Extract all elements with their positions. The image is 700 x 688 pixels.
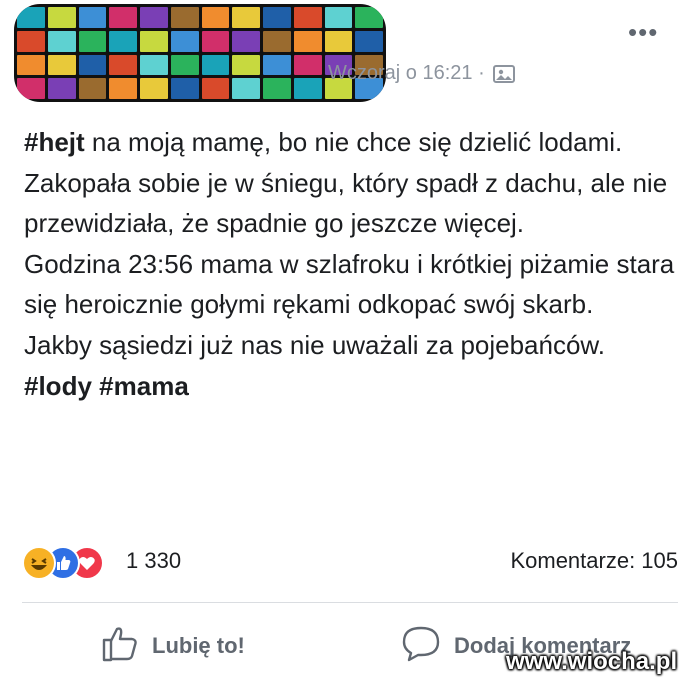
censor-tile <box>232 78 260 99</box>
censor-tile <box>109 54 137 76</box>
censor-tile <box>263 7 291 28</box>
timestamp-text: Wczoraj o 16:21 · <box>328 62 485 84</box>
watermark: www.wiocha.pl <box>506 648 678 675</box>
censor-tile <box>201 78 230 99</box>
censor-tile <box>140 78 168 99</box>
censor-tile <box>140 7 168 28</box>
censor-tile <box>201 54 230 76</box>
reactions-row: 1 330 Komentarze: 105 <box>22 542 682 582</box>
censor-tile <box>17 30 45 52</box>
censor-tile <box>78 78 107 99</box>
like-label: Lubię to! <box>152 633 245 658</box>
censor-tile <box>263 30 291 52</box>
censor-tile <box>109 78 137 99</box>
censor-tile <box>78 30 107 52</box>
divider <box>22 602 678 603</box>
censor-tile <box>232 30 260 52</box>
censor-tile <box>324 7 353 28</box>
hashtag-lody[interactable]: #lody <box>24 371 92 401</box>
censor-tile <box>263 54 291 76</box>
censor-tile <box>47 7 76 28</box>
censor-tile <box>324 30 353 52</box>
censor-tile <box>78 54 107 76</box>
censor-tile <box>170 7 199 28</box>
post-header: Wczoraj o 16:21 · ••• <box>0 0 700 110</box>
censor-tile <box>17 7 45 28</box>
group-photo-icon <box>492 64 515 83</box>
reaction-icons[interactable] <box>22 546 122 580</box>
censor-tile <box>355 7 383 28</box>
censor-tile <box>47 30 76 52</box>
censor-tile <box>170 54 199 76</box>
post-paragraph-1: #hejt na moją mamę, bo nie chce się dzie… <box>24 122 684 244</box>
censor-tile <box>78 7 107 28</box>
censored-author-block <box>14 4 386 102</box>
censor-tile <box>263 78 291 99</box>
censor-tile <box>17 54 45 76</box>
censor-tile <box>355 30 383 52</box>
thumbs-up-icon <box>100 623 140 669</box>
censor-tile <box>293 54 322 76</box>
comment-bubble-icon <box>400 623 442 669</box>
censor-tile <box>170 78 199 99</box>
hashtag-hejt[interactable]: #hejt <box>24 127 85 157</box>
reaction-count[interactable]: 1 330 <box>126 548 181 574</box>
post-text-1: na moją mamę, bo nie chce się dzielić lo… <box>24 127 668 239</box>
post-hashtags: #lody #mama <box>24 366 684 407</box>
post-paragraph-2: Godzina 23:56 mama w szlafroku i krótkie… <box>24 248 675 320</box>
censor-tile <box>47 54 76 76</box>
post-timestamp[interactable]: Wczoraj o 16:21 · <box>328 62 515 85</box>
post-body: #hejt na moją mamę, bo nie chce się dzie… <box>24 122 684 406</box>
censor-tile <box>232 7 260 28</box>
censor-tile <box>201 30 230 52</box>
censor-tile <box>293 78 322 99</box>
censor-tile <box>140 54 168 76</box>
post-paragraph-3: Jakby sąsiedzi już nas nie uważali za po… <box>24 329 606 360</box>
censor-tile <box>109 30 137 52</box>
hashtag-mama[interactable]: #mama <box>99 371 189 401</box>
censor-tile <box>140 30 168 52</box>
comments-count[interactable]: Komentarze: 105 <box>510 548 678 574</box>
censor-tile <box>17 78 45 99</box>
censor-tile <box>170 30 199 52</box>
like-button[interactable]: Lubię to! <box>100 622 245 670</box>
censor-tile <box>293 30 322 52</box>
censor-tile <box>47 78 76 99</box>
censor-tile <box>109 7 137 28</box>
haha-icon <box>22 546 56 580</box>
more-dots-icon[interactable]: ••• <box>628 19 658 45</box>
censor-tile <box>232 54 260 76</box>
censor-tile <box>201 7 230 28</box>
censor-tile <box>293 7 322 28</box>
